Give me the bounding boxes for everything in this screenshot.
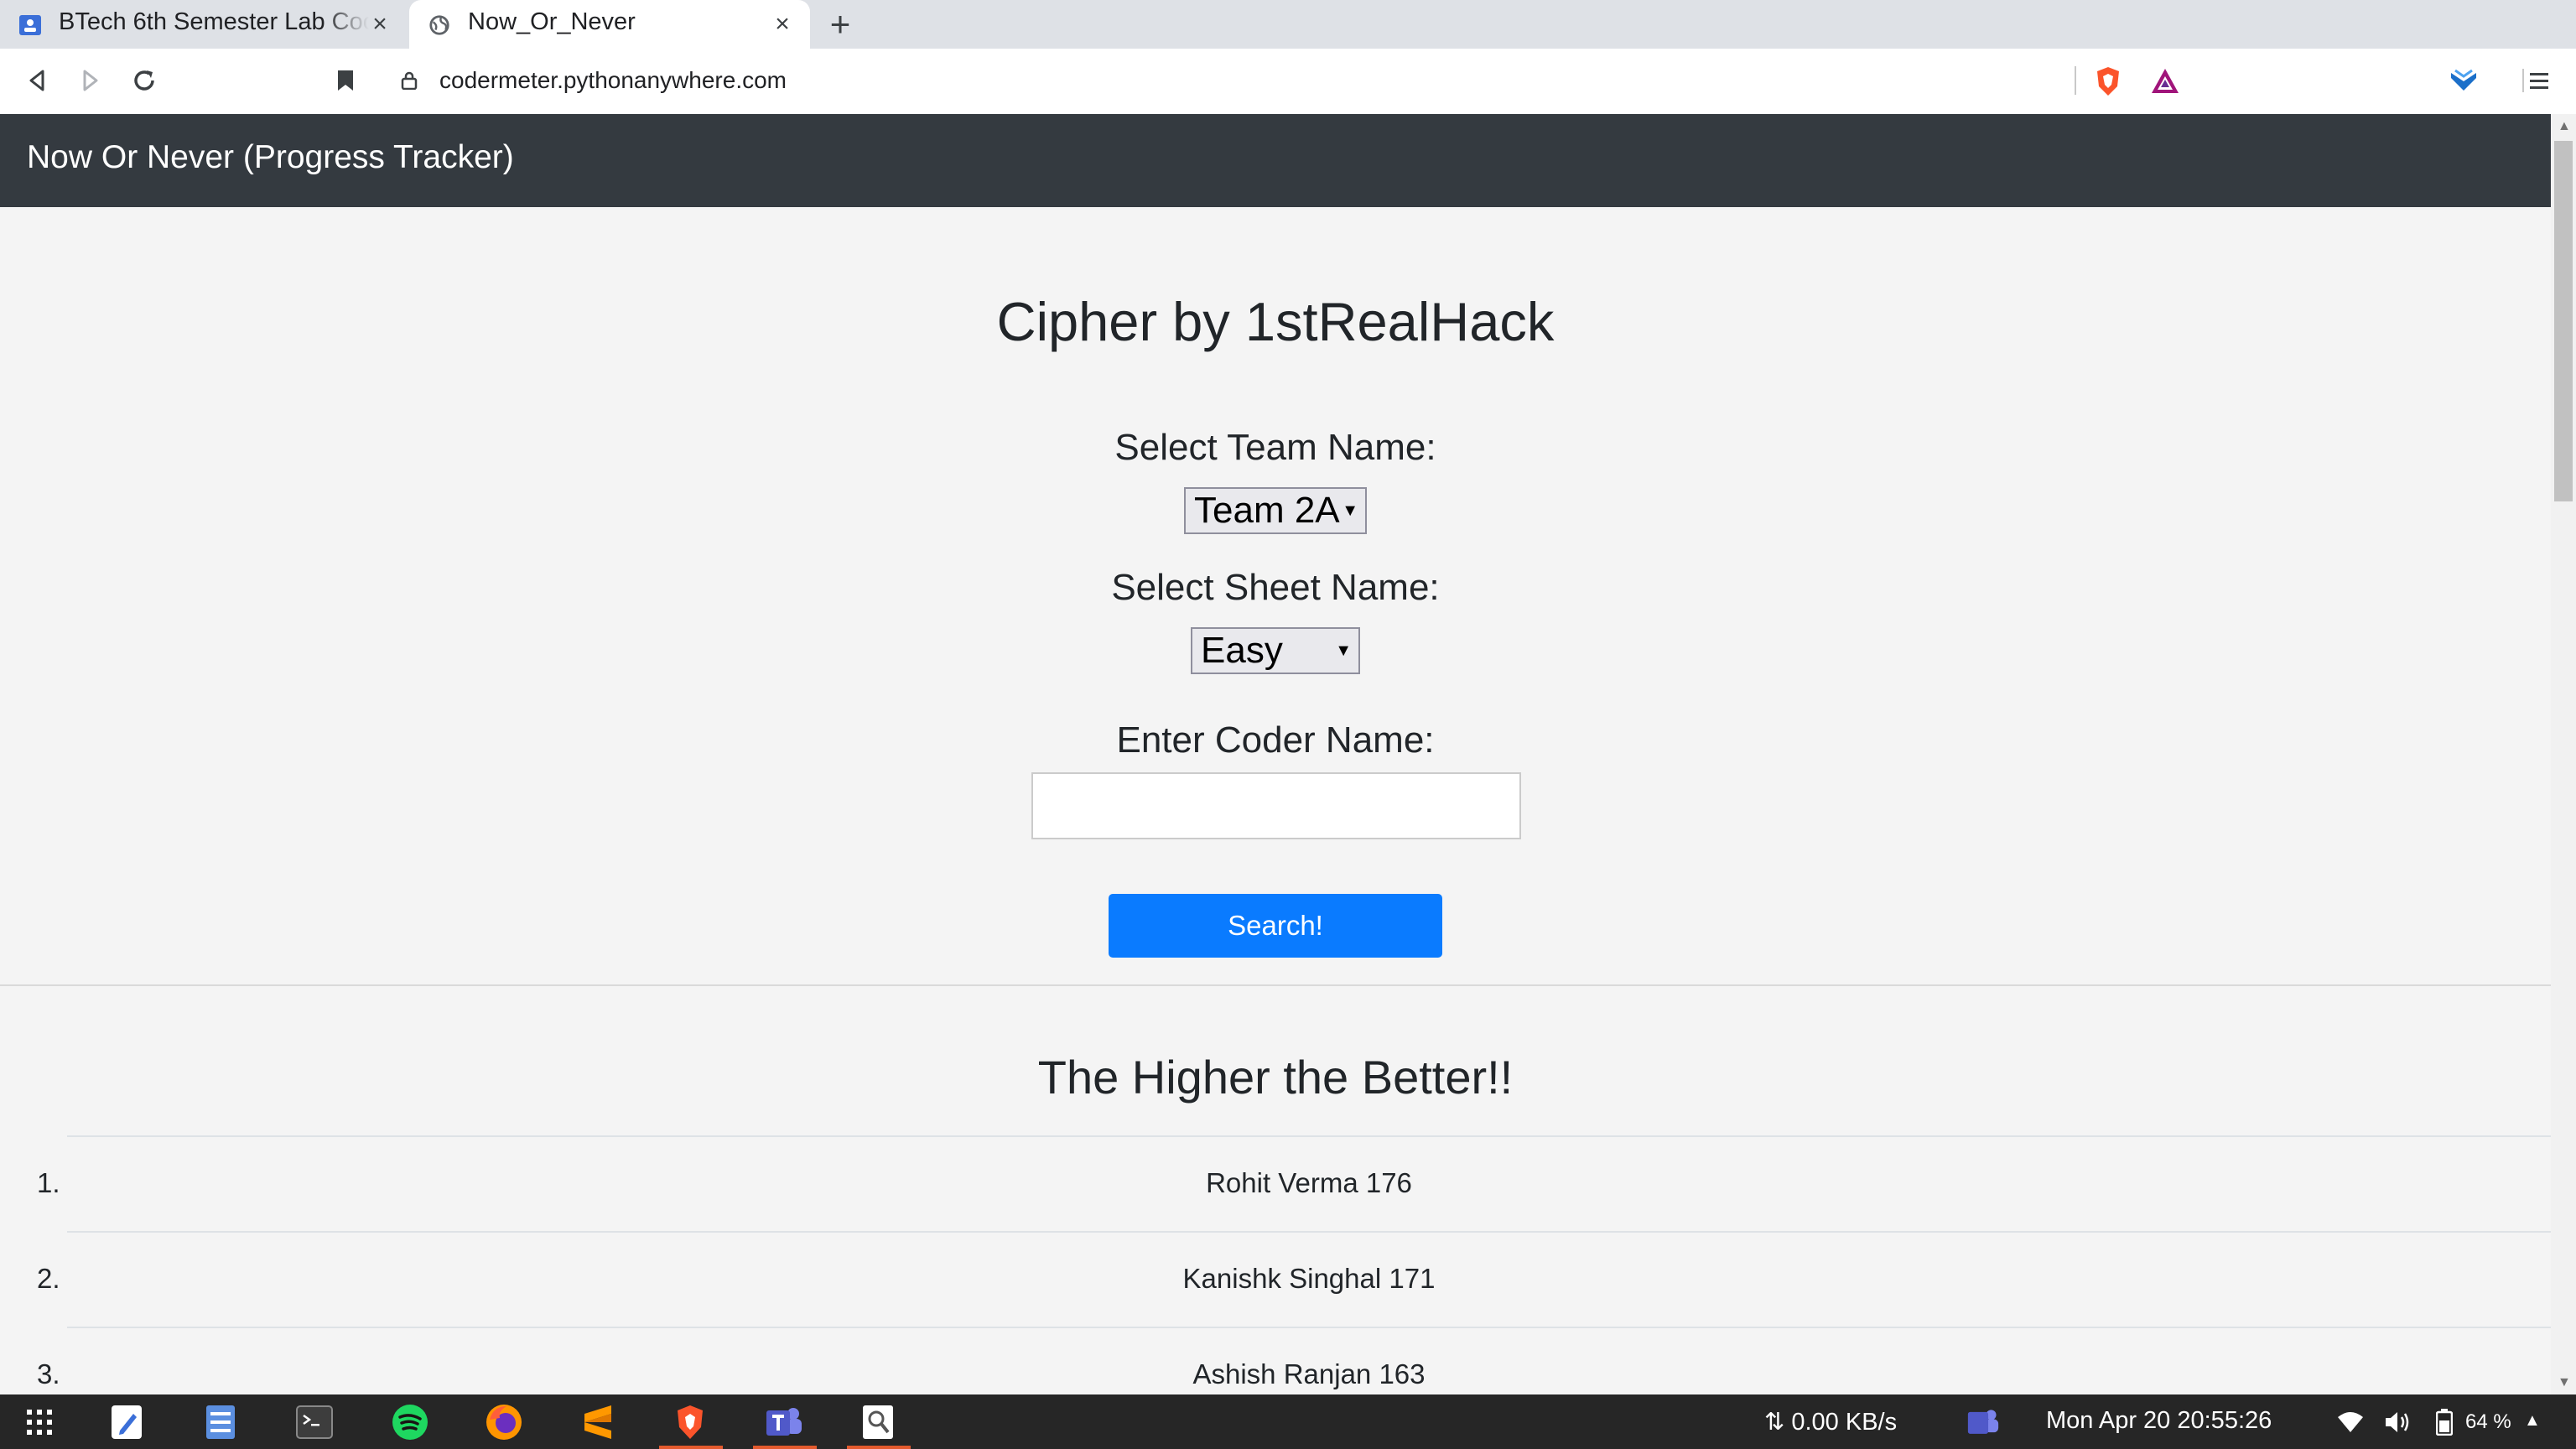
sublime-text-icon[interactable] — [577, 1401, 619, 1443]
team-select-value: Team 2A — [1194, 490, 1340, 531]
forward-icon[interactable] — [74, 64, 107, 97]
battery-percent: 64 % — [2465, 1410, 2511, 1433]
active-app-indicator — [659, 1446, 723, 1449]
spotify-icon[interactable] — [389, 1401, 431, 1443]
address-bar[interactable]: codermeter.pythonanywhere.com — [381, 56, 2195, 105]
extension-icon[interactable] — [2447, 64, 2480, 97]
brave-browser-icon[interactable] — [669, 1401, 711, 1443]
tab-now-or-never[interactable]: Now_Or_Never × — [409, 0, 810, 49]
leaderboard-entry: Kanishk Singhal 171 — [1182, 1263, 1436, 1294]
scroll-up-icon[interactable]: ▲ — [2558, 119, 2571, 134]
tab-title: BTech 6th Semester Lab Coordination — [59, 8, 369, 35]
navbar: Now Or Never (Progress Tracker) — [0, 114, 2551, 207]
back-icon[interactable] — [20, 64, 54, 97]
search-button[interactable]: Search! — [1109, 894, 1442, 958]
network-speed: ⇅ 0.00 KB/s — [1764, 1409, 1898, 1436]
rank-number: 3. — [37, 1358, 60, 1389]
battery-icon[interactable] — [2423, 1401, 2465, 1443]
tab-title: Now_Or_Never — [468, 8, 636, 35]
tab-lab-coordination[interactable]: BTech 6th Semester Lab Coordination × — [0, 0, 408, 49]
brave-rewards-icon[interactable] — [2148, 65, 2182, 98]
new-tab-button[interactable]: + — [823, 7, 857, 42]
teams-tray-icon[interactable] — [1962, 1401, 2004, 1443]
sheet-label: Select Sheet Name: — [1111, 567, 1440, 608]
section-divider — [0, 984, 2551, 986]
classroom-favicon-icon — [19, 15, 41, 35]
coder-name-input[interactable] — [1031, 772, 1521, 839]
teams-icon[interactable] — [763, 1401, 805, 1443]
globe-icon — [429, 15, 449, 35]
browser-toolbar: codermeter.pythonanywhere.com — [0, 49, 2576, 116]
brave-shields-icon[interactable] — [2091, 65, 2125, 98]
tab-strip: BTech 6th Semester Lab Coordination × No… — [0, 0, 2576, 49]
wifi-icon[interactable] — [2329, 1401, 2371, 1443]
sheet-select[interactable]: Easy ▼ — [1191, 627, 1360, 674]
terminal-icon[interactable] — [293, 1401, 335, 1443]
team-label: Select Team Name: — [1114, 427, 1436, 468]
reload-icon[interactable] — [127, 64, 161, 97]
active-app-indicator — [847, 1446, 911, 1449]
rank-number: 1. — [37, 1167, 60, 1198]
clock[interactable]: Mon Apr 20 20:55:26 — [2046, 1407, 2272, 1435]
scroll-down-icon[interactable]: ▼ — [2558, 1375, 2571, 1390]
page-title: Cipher by 1stRealHack — [996, 291, 1555, 352]
sheet-select-value: Easy — [1201, 630, 1283, 671]
leaderboard-title: The Higher the Better!! — [1037, 1051, 1514, 1104]
firefox-icon[interactable] — [483, 1401, 525, 1443]
tray-expand-icon[interactable]: ▲ — [2524, 1411, 2541, 1431]
app-grid-icon[interactable] — [18, 1401, 60, 1443]
volume-icon[interactable] — [2376, 1401, 2418, 1443]
taskbar: ⇅ 0.00 KB/s Mon Apr 20 20:55:26 64 % ▲ — [0, 1394, 2576, 1449]
image-viewer-icon[interactable] — [857, 1401, 899, 1443]
lock-icon — [401, 71, 418, 90]
leaderboard-entry: Ashish Ranjan 163 — [1192, 1358, 1426, 1389]
row-divider — [67, 1135, 2551, 1137]
active-app-indicator — [753, 1446, 817, 1449]
file-manager-icon[interactable] — [200, 1401, 242, 1443]
close-tab-icon[interactable]: × — [770, 12, 795, 37]
rank-number: 2. — [37, 1263, 60, 1294]
coder-label: Enter Coder Name: — [1116, 719, 1435, 761]
web-page: Now Or Never (Progress Tracker) Cipher b… — [0, 114, 2551, 1394]
url-text: codermeter.pythonanywhere.com — [439, 67, 787, 93]
navbar-brand[interactable]: Now Or Never (Progress Tracker) — [27, 139, 514, 176]
hamburger-menu-icon[interactable] — [2522, 64, 2556, 97]
dropdown-arrow-icon: ▼ — [1342, 501, 1358, 520]
team-select[interactable]: Team 2A ▼ — [1184, 487, 1367, 534]
row-divider — [67, 1327, 2551, 1328]
row-divider — [67, 1231, 2551, 1233]
leaderboard-entry: Rohit Verma 176 — [1206, 1167, 1412, 1198]
close-tab-icon[interactable]: × — [367, 12, 392, 37]
scrollbar-thumb[interactable] — [2554, 141, 2573, 501]
text-editor-icon[interactable] — [106, 1401, 148, 1443]
bookmark-icon[interactable] — [329, 64, 362, 97]
dropdown-arrow-icon: ▼ — [1335, 641, 1352, 660]
omnibox-divider — [2075, 66, 2076, 95]
